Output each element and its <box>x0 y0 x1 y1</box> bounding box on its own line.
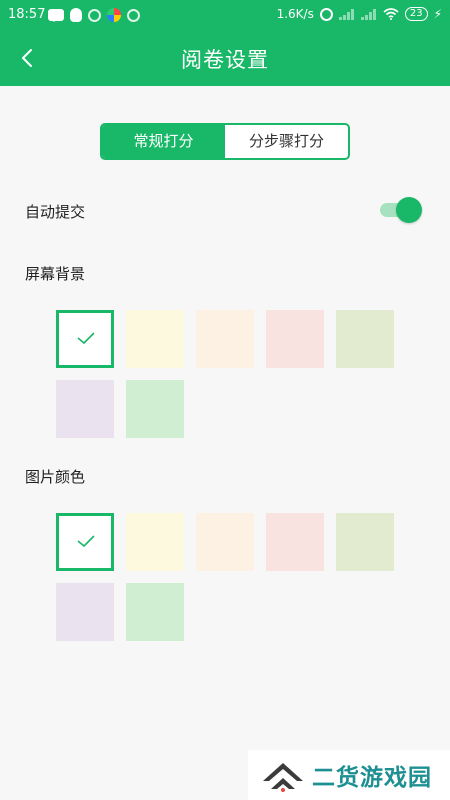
image-color-label: 图片颜色 <box>25 468 86 486</box>
watermark-text: 二货游戏园 <box>312 765 432 791</box>
notification-icons <box>48 8 140 22</box>
wifi-icon <box>383 8 399 20</box>
color-swatch[interactable] <box>266 513 324 571</box>
color-swatch[interactable] <box>126 310 184 368</box>
notification-dot-icon <box>127 8 140 22</box>
signal-hd-icon <box>360 8 377 20</box>
watermark-logo-icon <box>263 763 303 792</box>
color-swatch[interactable] <box>126 513 184 571</box>
color-swatch[interactable] <box>126 380 184 438</box>
color-swatch[interactable] <box>56 310 114 368</box>
image-color-swatches <box>56 513 406 641</box>
page-title: 阅卷设置 <box>181 48 269 72</box>
qq-icon <box>70 8 82 22</box>
color-swatch[interactable] <box>336 513 394 571</box>
check-icon <box>77 535 95 548</box>
tab-step-scoring[interactable]: 分步骤打分 <box>225 125 348 158</box>
screen-background-label: 屏幕背景 <box>25 265 86 283</box>
color-swatch[interactable] <box>56 583 114 641</box>
scoring-mode-tabs: 常规打分 分步骤打分 <box>100 123 350 160</box>
notification-dot-icon <box>88 8 101 22</box>
battery-icon: 23 <box>404 7 428 21</box>
message-icon <box>48 9 64 22</box>
toggle-knob <box>396 197 422 223</box>
color-swatch[interactable] <box>56 513 114 571</box>
charging-icon: ⚡ <box>433 7 442 21</box>
status-time: 18:57 <box>8 7 46 22</box>
color-swatch[interactable] <box>196 513 254 571</box>
signal-icon <box>338 8 355 20</box>
system-icons: 1.6K/s 23 ⚡ <box>277 7 442 21</box>
color-swatch[interactable] <box>336 310 394 368</box>
check-icon <box>77 332 95 345</box>
watermark: 二货游戏园 <box>248 750 450 800</box>
color-swatch[interactable] <box>126 583 184 641</box>
color-swatch[interactable] <box>266 310 324 368</box>
alarm-icon <box>319 7 333 21</box>
color-swatch[interactable] <box>56 380 114 438</box>
tab-regular-scoring[interactable]: 常规打分 <box>102 125 225 158</box>
auto-submit-toggle[interactable] <box>380 197 422 223</box>
color-swatch[interactable] <box>196 310 254 368</box>
app-icon <box>107 8 121 22</box>
screen-background-swatches <box>56 310 406 438</box>
nav-bar: 阅卷设置 <box>0 30 450 86</box>
auto-submit-label: 自动提交 <box>25 203 86 221</box>
status-bar: 18:57 1.6K/s 23 ⚡ <box>0 0 450 30</box>
network-speed: 1.6K/s <box>276 7 314 21</box>
